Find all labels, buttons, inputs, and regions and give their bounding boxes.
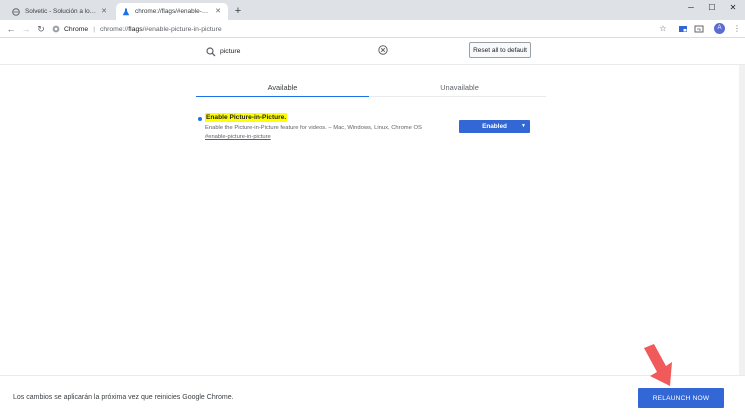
scrollbar[interactable] xyxy=(739,65,745,375)
tab-label: chrome://flags/#enable-picture-in- xyxy=(135,8,211,15)
site-name: Chrome xyxy=(64,25,89,33)
search-input[interactable] xyxy=(220,48,370,55)
minimize-icon[interactable]: ─ xyxy=(684,2,698,14)
tab-solvetic[interactable]: Solvetic - Solución a los problem ✕ xyxy=(6,3,114,20)
url-prefix: chrome:// xyxy=(99,25,129,33)
address-bar[interactable]: Chrome | chrome://flags/#enable-picture-… xyxy=(52,22,672,36)
relaunch-message: Los cambios se aplicarán la próxima vez … xyxy=(13,394,234,401)
tab-strip: Solvetic - Solución a los problem ✕ chro… xyxy=(0,0,745,20)
close-window-icon[interactable]: ✕ xyxy=(726,2,740,14)
flask-icon xyxy=(122,8,130,16)
annotation-arrow-icon xyxy=(644,344,672,386)
dropdown-caret-icon: ▼ xyxy=(521,123,526,129)
flag-permalink[interactable]: #enable-picture-in-picture xyxy=(205,133,271,141)
flag-state-select[interactable]: Enabled ▼ xyxy=(459,120,530,133)
tab-close-icon[interactable]: ✕ xyxy=(214,8,222,16)
tab-unavailable[interactable]: Unavailable xyxy=(373,78,546,97)
relaunch-bar: Los cambios se aplicarán la próxima vez … xyxy=(0,375,745,420)
new-tab-plus-icon[interactable]: + xyxy=(232,5,244,17)
relaunch-button[interactable]: RELAUNCH NOW xyxy=(638,388,724,408)
browser-toolbar: ← → ↻ Chrome | chrome://flags/#enable-pi… xyxy=(0,20,745,38)
flags-tabs: Available Unavailable xyxy=(196,78,546,97)
modified-indicator-dot xyxy=(198,117,202,121)
tab-chrome-flags[interactable]: chrome://flags/#enable-picture-in- ✕ xyxy=(116,3,228,20)
menu-dots-icon[interactable]: ⋮ xyxy=(731,23,743,35)
maximize-icon[interactable]: ☐ xyxy=(705,2,719,14)
tab-close-icon[interactable]: ✕ xyxy=(100,8,108,16)
url-suffix: /#enable-picture-in-picture xyxy=(142,25,222,33)
solvetic-favicon-icon xyxy=(12,7,20,16)
extension-icon[interactable] xyxy=(677,23,689,35)
flag-description: Enable the Picture-in-Picture feature fo… xyxy=(205,125,422,131)
profile-avatar[interactable]: A xyxy=(714,23,725,34)
search-box[interactable] xyxy=(206,44,392,59)
reload-icon[interactable]: ↻ xyxy=(35,23,47,35)
bookmark-star-icon[interactable]: ☆ xyxy=(657,23,669,35)
tab-label: Solvetic - Solución a los problem xyxy=(25,8,97,15)
url-path: flags xyxy=(128,25,143,33)
forward-arrow-icon[interactable]: → xyxy=(20,23,32,35)
flags-header xyxy=(0,39,745,65)
cast-icon[interactable] xyxy=(693,23,705,35)
clear-search-icon[interactable] xyxy=(378,45,388,55)
tab-available[interactable]: Available xyxy=(196,78,369,97)
reset-all-button[interactable]: Reset all to default xyxy=(469,42,531,58)
flag-title: Enable Picture-in-Picture. xyxy=(205,113,288,122)
flag-selected-value: Enabled xyxy=(482,123,507,130)
search-icon xyxy=(206,46,216,56)
chrome-site-icon xyxy=(52,25,60,33)
back-arrow-icon[interactable]: ← xyxy=(5,23,17,35)
